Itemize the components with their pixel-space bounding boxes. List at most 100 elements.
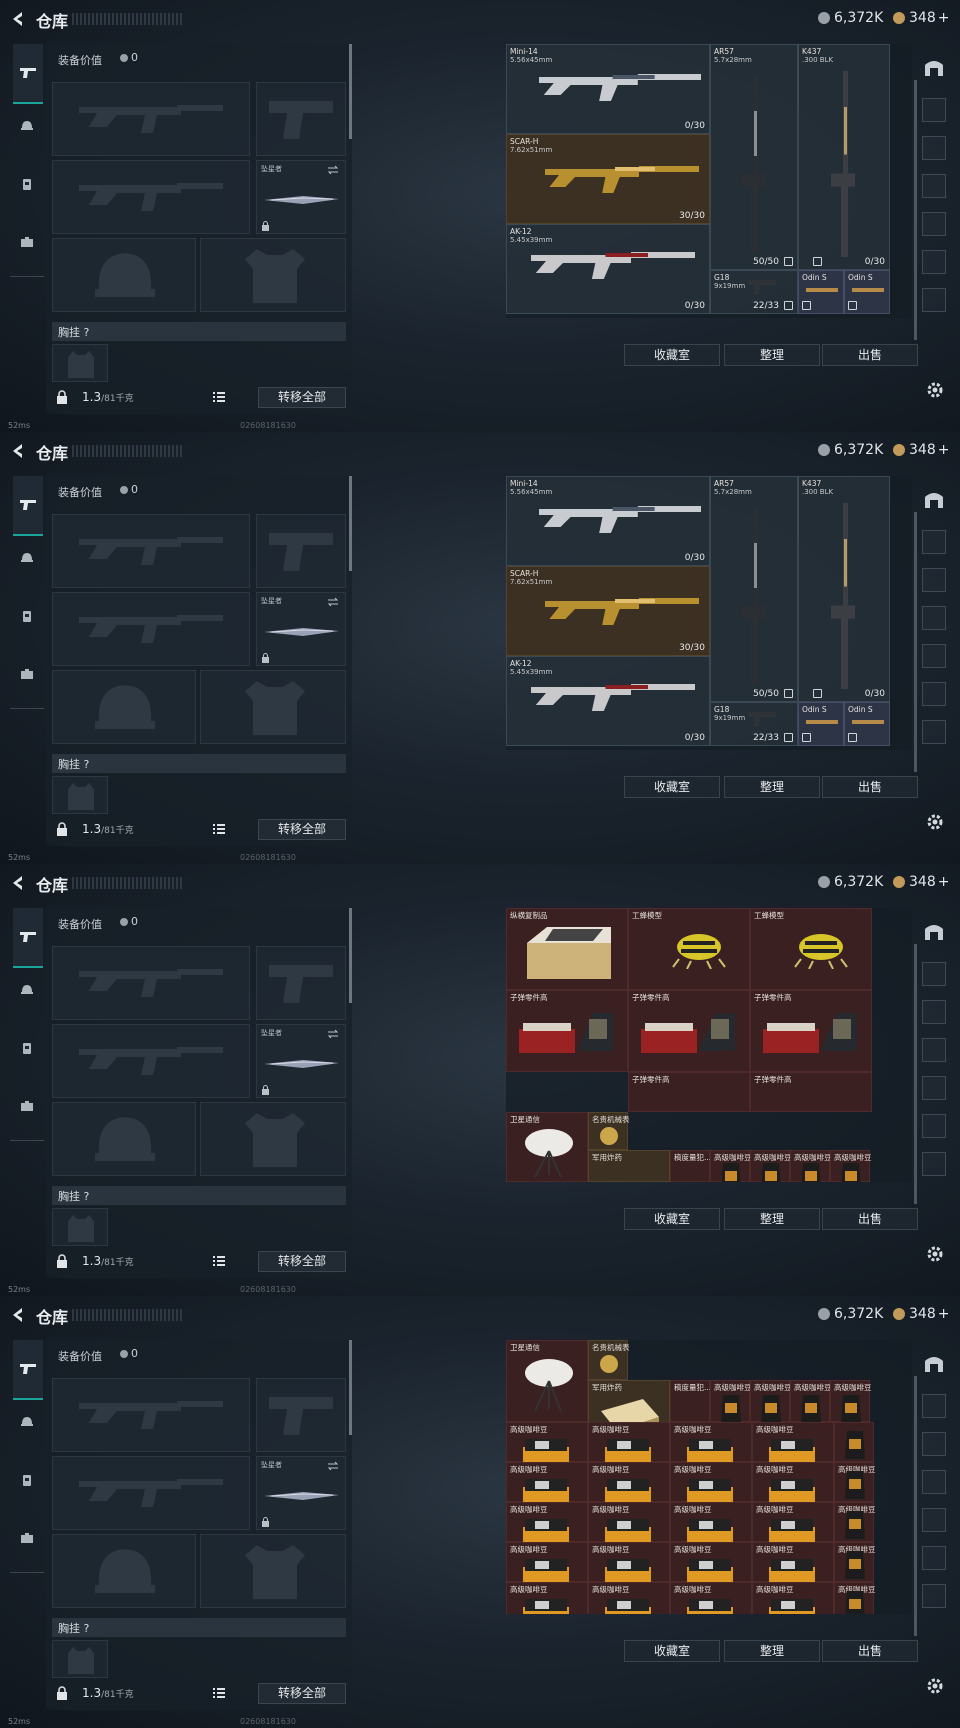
weapon-cell-odin-s-1[interactable]: Odin S: [798, 270, 844, 314]
gear-icon[interactable]: [926, 381, 944, 399]
nav-helmet[interactable]: [13, 544, 41, 572]
equipment-scrollbar[interactable]: [349, 908, 352, 1003]
nav-helmet[interactable]: [13, 976, 41, 1004]
storage-tab-7[interactable]: [922, 1152, 946, 1176]
loot-coffee-box[interactable]: 高级咖啡豆: [506, 1542, 588, 1583]
gold-plus-button[interactable]: +: [938, 442, 950, 458]
secondary-weapon-slot[interactable]: [52, 1456, 250, 1530]
transfer-all-button[interactable]: 转移全部: [258, 1251, 346, 1272]
nav-weapons[interactable]: [13, 908, 43, 968]
loot-coffee-box[interactable]: 高级咖啡豆: [670, 1462, 752, 1503]
loot-mechanical-watch[interactable]: 名贵机械表: [588, 1340, 630, 1380]
storage-scrollbar[interactable]: [914, 944, 917, 1204]
weapon-cell-odin-s-2[interactable]: Odin S: [844, 270, 890, 314]
nav-briefcase[interactable]: [13, 228, 41, 256]
equipment-scrollbar[interactable]: [349, 44, 352, 139]
storage-tab-6[interactable]: [922, 250, 946, 274]
sell-button[interactable]: 出售: [822, 344, 918, 366]
chest-rig-help-icon[interactable]: ?: [84, 758, 90, 771]
nav-backpack[interactable]: [13, 1466, 41, 1494]
loot-coffee-bag[interactable]: 高级咖啡豆: [834, 1582, 876, 1614]
storage-tab-5[interactable]: [922, 1508, 946, 1532]
sort-button[interactable]: 整理: [724, 776, 820, 798]
nav-weapons[interactable]: [13, 1340, 43, 1400]
swap-icon[interactable]: [327, 1029, 339, 1039]
back-arrow-icon[interactable]: [8, 873, 28, 893]
chest-rig-help-icon[interactable]: ?: [84, 326, 90, 339]
gear-icon[interactable]: [926, 813, 944, 831]
loot-coffee-box[interactable]: 高级咖啡豆: [752, 1422, 834, 1463]
storage-tab-5[interactable]: [922, 644, 946, 668]
loot-coffee-box[interactable]: 高级咖啡豆: [506, 1462, 588, 1503]
helmet-slot[interactable]: [52, 1102, 196, 1176]
storage-scrollbar[interactable]: [914, 512, 917, 772]
loot-bullet-parts-2[interactable]: 子弹零件高: [628, 990, 750, 1072]
armor-slot[interactable]: [200, 1534, 346, 1608]
pistol-slot[interactable]: [256, 1378, 346, 1452]
loot-coffee-bag[interactable]: 高级咖啡豆: [750, 1150, 792, 1182]
loot-bullet-parts-3[interactable]: 子弹零件高: [750, 990, 872, 1072]
storage-tab-2[interactable]: [922, 98, 946, 122]
storage-tab-2[interactable]: [922, 1394, 946, 1418]
storage-tab-3[interactable]: [922, 136, 946, 160]
gear-icon[interactable]: [926, 1677, 944, 1695]
nav-backpack[interactable]: [13, 1034, 41, 1062]
loot-coffee-bag[interactable]: 高级咖啡豆: [830, 1150, 872, 1182]
sell-button[interactable]: 出售: [822, 1640, 918, 1662]
storage-tab-5[interactable]: [922, 1076, 946, 1100]
loot-coffee-box[interactable]: 高级咖啡豆: [588, 1542, 670, 1583]
storage-scrollbar[interactable]: [914, 80, 917, 340]
loot-coffee-box[interactable]: 高级咖啡豆: [752, 1462, 834, 1503]
chest-rig-slot[interactable]: [52, 344, 108, 382]
loot-coffee-box[interactable]: 高级咖啡豆: [588, 1582, 670, 1614]
chest-rig-help-icon[interactable]: ?: [84, 1622, 90, 1635]
back-arrow-icon[interactable]: [8, 1305, 28, 1325]
transfer-all-button[interactable]: 转移全部: [258, 1683, 346, 1704]
armor-slot[interactable]: [200, 1102, 346, 1176]
loot-coffee-box[interactable]: 高级咖啡豆: [670, 1422, 752, 1463]
pistol-slot[interactable]: [256, 946, 346, 1020]
gold-currency[interactable]: 348 +: [893, 874, 949, 890]
nav-weapons[interactable]: [13, 476, 43, 536]
storage-tab-2[interactable]: [922, 530, 946, 554]
weapon-cell-ar57[interactable]: AR57 5.7x28mm 50/50: [710, 44, 798, 270]
loot-coffee-box[interactable]: 高级咖啡豆: [588, 1502, 670, 1543]
sort-button[interactable]: 整理: [724, 1208, 820, 1230]
storage-tab-6[interactable]: [922, 682, 946, 706]
loot-card[interactable]: 稿度量犯...: [670, 1150, 711, 1182]
back-arrow-icon[interactable]: [8, 441, 28, 461]
secondary-weapon-slot[interactable]: [52, 592, 250, 666]
sell-button[interactable]: 出售: [822, 1208, 918, 1230]
loot-coffee-box[interactable]: 高级咖啡豆: [506, 1502, 588, 1543]
nav-briefcase[interactable]: [13, 1524, 41, 1552]
loot-bullet-parts-1[interactable]: 子弹零件高: [506, 990, 628, 1072]
chest-rig-slot[interactable]: [52, 1208, 108, 1246]
storage-tab-7[interactable]: [922, 720, 946, 744]
weapon-cell-ak12[interactable]: AK-12 5.45x39mm 0/30: [506, 224, 710, 314]
sort-button[interactable]: 整理: [724, 344, 820, 366]
gold-plus-button[interactable]: +: [938, 874, 950, 890]
nav-backpack[interactable]: [13, 602, 41, 630]
sell-button[interactable]: 出售: [822, 776, 918, 798]
storage-tab-7[interactable]: [922, 288, 946, 312]
storage-tab-4[interactable]: [922, 606, 946, 630]
swap-icon[interactable]: [327, 165, 339, 175]
weapon-cell-ar57[interactable]: AR57 5.7x28mm 50/50: [710, 476, 798, 702]
equipment-scrollbar[interactable]: [349, 1340, 352, 1435]
melee-slot[interactable]: 坠星者: [256, 1024, 346, 1098]
loot-coffee-bag[interactable]: 高级咖啡豆: [790, 1150, 832, 1182]
nav-backpack[interactable]: [13, 170, 41, 198]
nav-helmet[interactable]: [13, 112, 41, 140]
loot-coffee-bag[interactable]: 高级咖啡豆: [710, 1380, 752, 1423]
loot-coffee-bag[interactable]: 高级咖啡豆: [834, 1462, 876, 1502]
loot-bullet-parts-5[interactable]: 子弹零件高: [750, 1072, 872, 1112]
weapon-cell-odin-s-2[interactable]: Odin S: [844, 702, 890, 746]
pistol-slot[interactable]: [256, 514, 346, 588]
loot-coffee-bag[interactable]: 高级咖啡豆: [710, 1150, 752, 1182]
helmet-slot[interactable]: [52, 238, 196, 312]
loot-bee-model-2[interactable]: 工蜂模型: [750, 908, 872, 990]
loot-explosives[interactable]: 军用炸药: [588, 1150, 670, 1182]
gear-icon[interactable]: [926, 1245, 944, 1263]
list-icon[interactable]: [212, 1686, 226, 1700]
weapon-cell-mini14[interactable]: Mini-14 5.56x45mm 0/30: [506, 476, 710, 566]
